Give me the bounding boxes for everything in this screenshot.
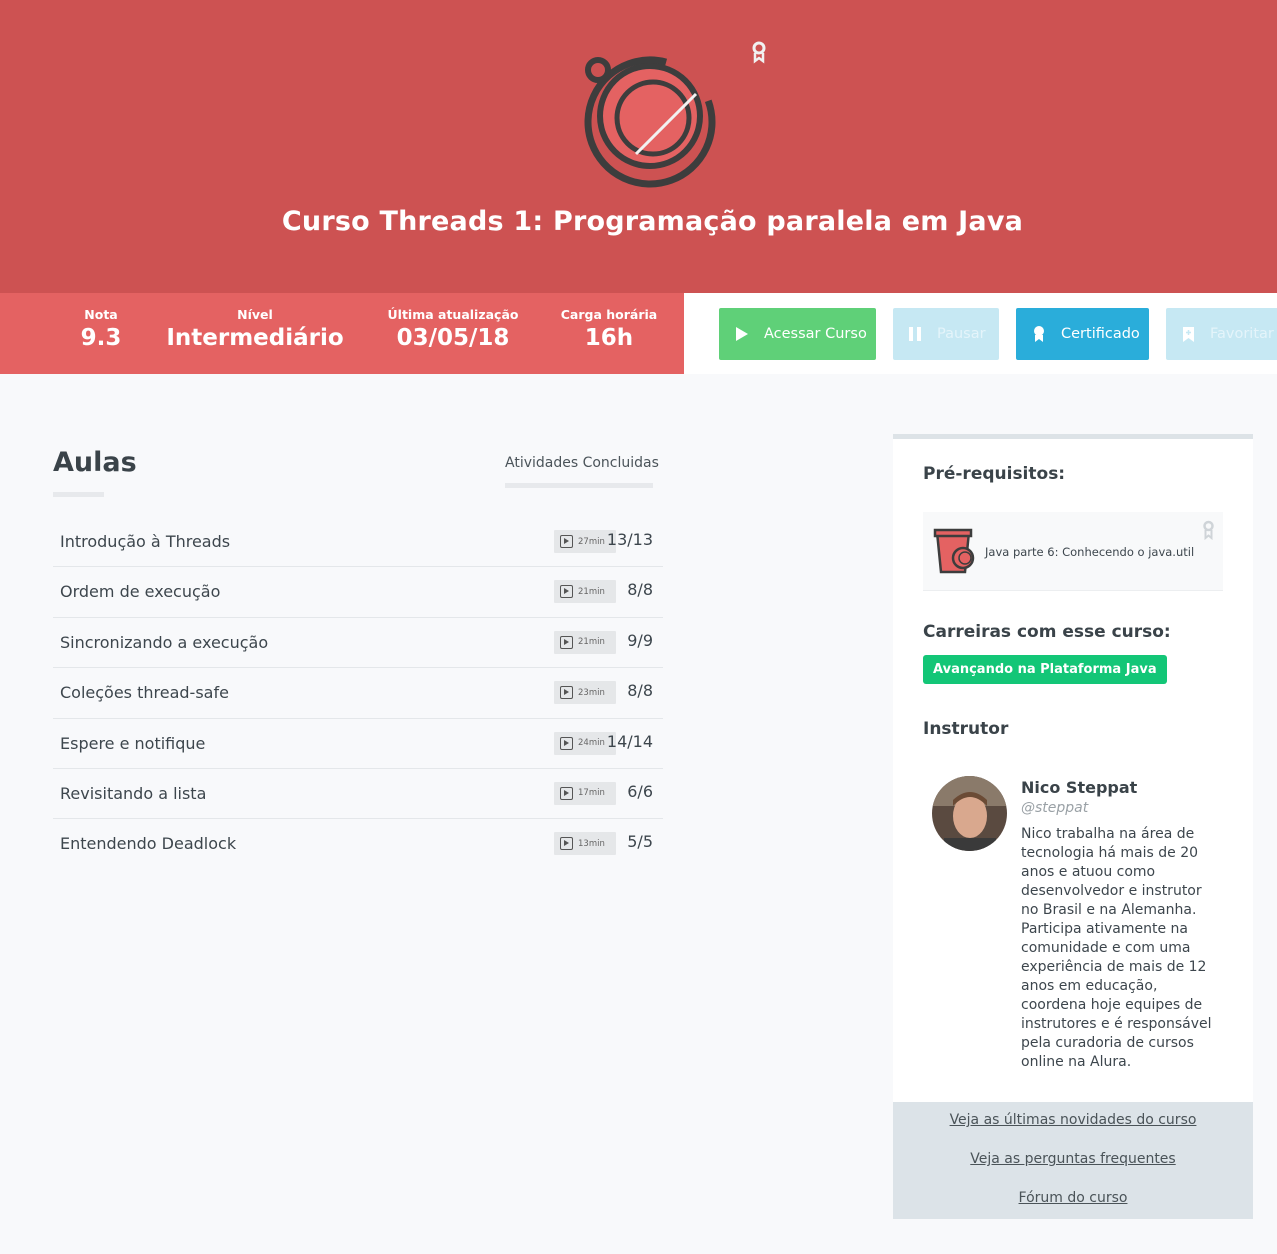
- instructor-handle: @steppat: [1021, 800, 1089, 816]
- stat-label: Nota: [84, 307, 118, 322]
- stat-value: 16h: [584, 325, 634, 351]
- lesson-progress: 5/5: [627, 832, 653, 852]
- stat-value: Intermediário: [166, 325, 344, 351]
- video-icon: [560, 786, 573, 800]
- stat-level: Nível Intermediário: [160, 307, 350, 351]
- duration-text: 23min: [578, 687, 605, 698]
- lesson-name[interactable]: Introdução à Threads: [60, 532, 230, 551]
- award-icon: [1203, 520, 1214, 540]
- duration-text: 21min: [578, 637, 605, 648]
- lesson-name[interactable]: Entendendo Deadlock: [60, 834, 236, 853]
- certificate-icon: [1034, 326, 1044, 342]
- lesson-row[interactable]: Espere e notifique 24min 14/14: [53, 719, 663, 769]
- prerequisites-heading: Pré-requisitos:: [923, 464, 1066, 484]
- favorite-button[interactable]: Favoritar: [1166, 308, 1277, 360]
- lesson-row[interactable]: Sincronizando a execução 21min 9/9: [53, 618, 663, 669]
- lessons-title: Aulas: [53, 447, 137, 478]
- course-title: Curso Threads 1: Programação paralela em…: [281, 206, 1024, 237]
- stat-value: 9.3: [80, 325, 122, 351]
- duration-text: 17min: [578, 788, 605, 799]
- lesson-duration: 21min: [554, 630, 616, 654]
- lesson-row[interactable]: Entendendo Deadlock 13min 5/5: [53, 819, 663, 869]
- lesson-list: Introdução à Threads 27min 13/13 Ordem d…: [53, 517, 663, 870]
- lesson-duration: 13min: [554, 832, 616, 856]
- video-icon: [560, 686, 573, 700]
- faq-link[interactable]: Veja as perguntas frequentes: [893, 1151, 1253, 1167]
- pause-button[interactable]: Pausar: [893, 308, 999, 360]
- lesson-name[interactable]: Ordem de execução: [60, 582, 220, 601]
- instructor-bio: Nico trabalha na área de tecnologia há m…: [1021, 826, 1212, 1070]
- video-icon: [560, 736, 573, 750]
- lesson-row[interactable]: Introdução à Threads 27min 13/13: [53, 517, 663, 568]
- activities-underline: [505, 483, 653, 488]
- lesson-progress: 8/8: [627, 580, 653, 600]
- video-icon: [560, 585, 573, 599]
- lesson-progress: 8/8: [627, 681, 653, 701]
- duration-text: 13min: [578, 838, 605, 849]
- stat-label: Carga horária: [560, 307, 658, 322]
- instructor-avatar: [932, 776, 1007, 851]
- lesson-row[interactable]: Revisitando a lista 17min 6/6: [53, 769, 663, 820]
- lesson-name[interactable]: Espere e notifique: [60, 734, 205, 753]
- careers-heading: Carreiras com esse curso:: [923, 622, 1171, 642]
- video-icon: [560, 535, 573, 548]
- pause-icon: [909, 327, 921, 341]
- duration-text: 27min: [578, 536, 605, 547]
- lesson-name[interactable]: Sincronizando a execução: [60, 633, 268, 652]
- lesson-row[interactable]: Coleções thread-safe 23min 8/8: [53, 668, 663, 719]
- lesson-row[interactable]: Ordem de execução 21min 8/8: [53, 567, 663, 618]
- course-stats: Nota 9.3 Nível Intermediário Última atua…: [0, 293, 684, 374]
- stat-rating: Nota 9.3: [71, 307, 131, 351]
- duration-text: 21min: [578, 586, 605, 597]
- stat-label: Nível: [237, 307, 273, 322]
- lesson-progress: 13/13: [606, 530, 653, 549]
- stat-value: 03/05/18: [396, 325, 510, 351]
- certificate-button[interactable]: Certificado: [1016, 308, 1149, 360]
- lesson-name[interactable]: Revisitando a lista: [60, 784, 206, 803]
- course-sidebar: Pré-requisitos: Java parte 6: Conhecendo…: [893, 434, 1253, 1219]
- video-icon: [560, 635, 573, 649]
- course-logo-icon: [584, 56, 716, 188]
- prerequisite-course-name: Java parte 6: Conhecendo o java.util: [985, 545, 1195, 559]
- instructor-name: Nico Steppat: [1021, 778, 1138, 797]
- course-forum-link[interactable]: Fórum do curso: [893, 1190, 1253, 1206]
- duration-text: 24min: [578, 738, 605, 749]
- pause-label: Pausar: [937, 326, 986, 342]
- career-tag[interactable]: Avançando na Plataforma Java: [923, 655, 1167, 684]
- course-links: Veja as últimas novidades do curso Veja …: [893, 1102, 1253, 1219]
- stat-label: Última atualização: [387, 307, 519, 322]
- instructor-heading: Instrutor: [923, 719, 1009, 739]
- course-header: Curso Threads 1: Programação paralela em…: [0, 0, 1277, 293]
- stat-last-update: Última atualização 03/05/18: [378, 307, 528, 351]
- lesson-duration: 17min: [554, 781, 616, 805]
- access-course-button[interactable]: Acessar Curso: [719, 308, 876, 360]
- award-icon: [752, 41, 766, 64]
- video-icon: [560, 837, 573, 851]
- favorite-label: Favoritar: [1210, 326, 1274, 342]
- bookmark-icon: [1183, 326, 1194, 342]
- lesson-progress: 9/9: [627, 630, 653, 650]
- course-actions: Acessar Curso Pausar Certificado Favorit…: [684, 293, 1277, 374]
- lesson-duration: 21min: [554, 580, 616, 604]
- lesson-progress: 6/6: [627, 781, 653, 801]
- lessons-title-underline: [53, 492, 104, 497]
- certificate-label: Certificado: [1061, 326, 1140, 342]
- stat-workload: Carga horária 16h: [554, 307, 664, 351]
- course-news-link[interactable]: Veja as últimas novidades do curso: [893, 1112, 1253, 1128]
- java-cup-icon: [933, 528, 975, 574]
- lesson-progress: 14/14: [606, 731, 653, 751]
- access-course-label: Acessar Curso: [764, 326, 867, 342]
- prerequisite-course-card[interactable]: Java parte 6: Conhecendo o java.util: [923, 512, 1223, 591]
- lesson-name[interactable]: Coleções thread-safe: [60, 683, 229, 702]
- lesson-duration: 23min: [554, 681, 616, 705]
- play-icon: [736, 327, 748, 341]
- instructor-photo: [932, 776, 1007, 851]
- activities-completed-label: Atividades Concluidas: [505, 455, 659, 471]
